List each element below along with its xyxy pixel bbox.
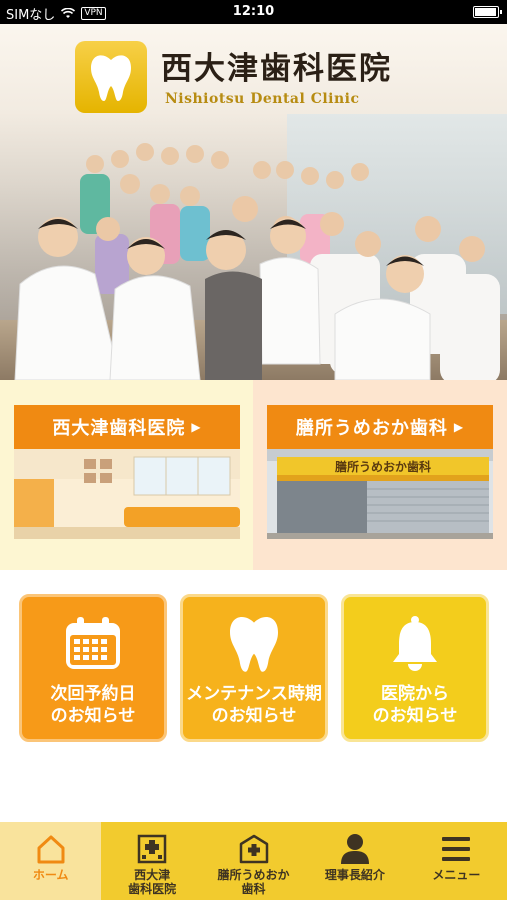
bottom-tab-bar: ホーム 西大津 歯科医院 膳所うめおか 歯科 理事長紹介 メニュー — [0, 822, 507, 900]
tab-menu[interactable]: メニュー — [406, 822, 507, 900]
notice-buttons: 次回予約日 のお知らせ メンテナンス時期 のお知らせ 医院から のお知らせ — [0, 570, 507, 822]
clinic-card-title: 膳所うめおか歯科 — [295, 418, 448, 439]
tab-home[interactable]: ホーム — [0, 822, 102, 900]
clinic-panel-nishiotsu: 西大津歯科医院 ▶ — [0, 380, 253, 570]
calendar-icon — [64, 611, 122, 675]
clinic-title: 西大津歯科医院 — [161, 51, 392, 87]
clinic-card-umeoka[interactable]: 膳所うめおか歯科 ▶ 膳所うめおか歯科 — [267, 405, 493, 539]
maintenance-notice-label: メンテナンス時期 のお知らせ — [186, 684, 322, 726]
clinic-card-nishiotsu[interactable]: 西大津歯科医院 ▶ — [14, 405, 240, 539]
tab-director-label: 理事長紹介 — [324, 868, 385, 882]
bell-icon — [389, 611, 441, 675]
clinic-logo: 西大津歯科医院 Nishiotsu Dental Clinic — [75, 41, 431, 119]
clinic-notice-label: 医院から のお知らせ — [372, 684, 458, 726]
clinic-photo-nishiotsu — [14, 449, 240, 539]
hero-photo: 西大津歯科医院 Nishiotsu Dental Clinic — [0, 24, 507, 380]
clinic-panel-umeoka: 膳所うめおか歯科 ▶ 膳所うめおか歯科 — [253, 380, 507, 570]
chevron-right-icon: ▶ — [453, 420, 465, 434]
menu-icon — [441, 832, 471, 866]
next-appointment-button[interactable]: 次回予約日 のお知らせ — [19, 594, 167, 742]
hospital-icon — [239, 832, 269, 866]
clinic-links: 西大津歯科医院 ▶ 膳所うめおか歯科 ▶ 膳所うめおか歯科 — [0, 380, 507, 570]
tab-home-label: ホーム — [32, 868, 69, 882]
clinic-card-header: 西大津歯科医院 ▶ — [14, 405, 240, 449]
clinic-card-title: 西大津歯科医院 — [52, 418, 186, 439]
tab-nishiotsu-clinic[interactable]: 西大津 歯科医院 — [101, 822, 202, 900]
tooth-logo-icon — [75, 41, 147, 113]
status-bar: SIMなし VPN 12:10 — [0, 0, 507, 24]
tab-menu-label: メニュー — [432, 868, 481, 882]
maintenance-notice-button[interactable]: メンテナンス時期 のお知らせ — [180, 594, 328, 742]
umeoka-sign-text: 膳所うめおか歯科 — [335, 459, 431, 474]
clinic-subtitle: Nishiotsu Dental Clinic — [165, 91, 360, 107]
next-appointment-label: 次回予約日 のお知らせ — [50, 684, 136, 726]
clinic-notice-button[interactable]: 医院から のお知らせ — [341, 594, 489, 742]
person-icon — [340, 832, 370, 866]
tab-director[interactable]: 理事長紹介 — [304, 822, 405, 900]
hospital-icon — [137, 832, 167, 866]
battery-icon — [473, 6, 502, 18]
tab-nishiotsu-label: 西大津 歯科医院 — [128, 868, 177, 896]
status-time: 12:10 — [232, 4, 275, 19]
tab-umeoka-label: 膳所うめおか 歯科 — [217, 868, 290, 896]
tab-umeoka-clinic[interactable]: 膳所うめおか 歯科 — [203, 822, 304, 900]
clinic-card-header: 膳所うめおか歯科 ▶ — [267, 405, 493, 449]
tooth-icon — [227, 611, 281, 675]
home-icon — [35, 832, 67, 866]
chevron-right-icon: ▶ — [191, 420, 202, 434]
clinic-photo-umeoka: 膳所うめおか歯科 — [267, 449, 493, 539]
